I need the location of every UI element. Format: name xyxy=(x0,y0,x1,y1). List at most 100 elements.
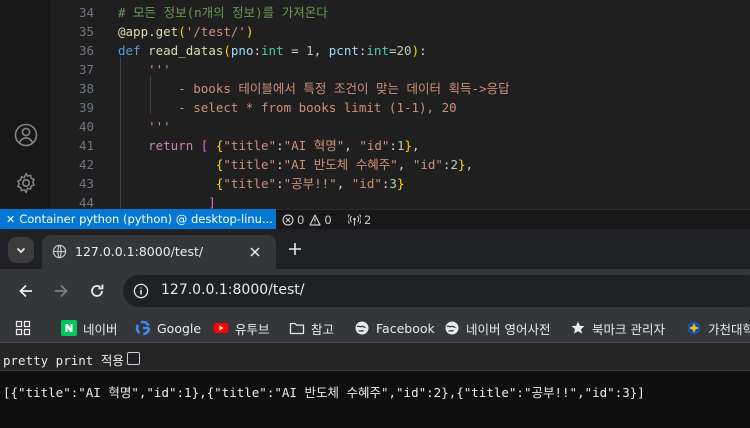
code-token: : xyxy=(253,43,262,58)
reload-icon[interactable] xyxy=(87,281,107,301)
code-editor[interactable]: 34 35 36 37 38 39 40 41 42 43 44 # 모든 정보(n개의 정보)를 … xyxy=(0,0,750,209)
code-line[interactable]: @app.get('/test/') xyxy=(118,22,254,41)
code-token: } xyxy=(457,157,466,172)
code-token: "title" xyxy=(223,157,277,172)
code-line[interactable]: return [ {"title":"AI 혁명", "id":1}, xyxy=(118,136,420,155)
code-token: , xyxy=(412,138,420,153)
code-token: pcnt xyxy=(328,43,359,58)
line-number-gutter: 34 35 36 37 38 39 40 41 42 43 44 xyxy=(50,0,98,209)
json-response-text: [{"title":"AI 혁명","id":1},{"title":"AI 반… xyxy=(3,385,645,400)
code-token: "title" xyxy=(223,138,277,153)
bookmark-naver-dictionary[interactable]: 네이버 영어사전 xyxy=(444,319,550,337)
line-number: 34 xyxy=(78,5,94,20)
back-arrow-icon[interactable] xyxy=(16,281,36,301)
google-icon xyxy=(135,320,151,336)
line-number: 37 xyxy=(78,62,94,77)
code-line[interactable]: - books 테이블에서 특정 조건이 맞는 데이터 획득->응답 xyxy=(118,79,510,98)
code-line[interactable]: ''' xyxy=(118,60,171,79)
code-token: "id" xyxy=(351,176,382,191)
code-token: = xyxy=(388,43,397,58)
browser-tab-active[interactable]: 127.0.0.1:8000/test/ xyxy=(42,235,276,269)
code-token: 1 xyxy=(306,43,314,58)
code-token: : xyxy=(419,43,427,58)
code-token: @app.get xyxy=(118,24,179,39)
browser-window: 127.0.0.1:8000/test/ 127.0.0.1:8000/test… xyxy=(0,229,750,428)
code-token: 20 xyxy=(396,43,412,58)
error-icon xyxy=(282,213,294,226)
code-token: "id" xyxy=(412,157,443,172)
code-line[interactable]: {"title":"AI 반도체 수혜주", "id":2}, xyxy=(118,155,473,174)
bookmark-gachon[interactable]: 가천대학 xyxy=(686,319,750,337)
code-token: int xyxy=(366,43,389,58)
line-number: 43 xyxy=(78,176,94,191)
line-number: 35 xyxy=(78,24,94,39)
bookmark-youtube[interactable]: 유투브 xyxy=(213,319,270,337)
bookmark-manager[interactable]: 북마크 관리자 xyxy=(570,319,665,337)
code-token: ( xyxy=(223,43,231,58)
code-token: return xyxy=(118,138,201,153)
globe-icon xyxy=(445,321,459,335)
bookmark-google[interactable]: Google xyxy=(135,319,201,337)
remote-indicator[interactable]: ✕ Container python (python) @ desktop-li… xyxy=(0,209,276,229)
code-line[interactable]: ''' xyxy=(118,117,171,136)
code-line[interactable]: ] xyxy=(118,193,216,209)
code-token: , xyxy=(465,157,474,172)
code-line[interactable]: {"title":"공부!!", "id":3} xyxy=(118,174,405,193)
browser-toolbar: 127.0.0.1:8000/test/ xyxy=(0,269,750,313)
tab-search-button[interactable] xyxy=(8,237,34,263)
bookmark-naver[interactable]: 네이버 xyxy=(61,319,118,337)
site-info-icon[interactable] xyxy=(133,283,149,299)
code-line[interactable]: - select * from books limit (1-1), 20 xyxy=(118,98,456,117)
code-token: ''' xyxy=(118,62,171,77)
settings-gear-icon[interactable] xyxy=(13,170,39,196)
line-number: 44 xyxy=(78,195,94,209)
naver-icon xyxy=(61,320,77,336)
code-line[interactable]: # 모든 정보(n개의 정보)를 가져온다 xyxy=(118,3,328,22)
warning-icon xyxy=(309,213,321,226)
chevron-down-icon xyxy=(16,247,26,254)
code-token: : xyxy=(276,138,284,153)
account-icon[interactable] xyxy=(13,122,39,148)
address-bar[interactable]: 127.0.0.1:8000/test/ xyxy=(123,275,750,307)
code-token: - books 테이블에서 특정 조건이 맞는 데이터 획득->응답 xyxy=(118,81,510,96)
forward-arrow-icon[interactable] xyxy=(51,281,71,301)
code-token: ( xyxy=(178,24,186,39)
ports-indicator[interactable]: 2 xyxy=(348,210,371,229)
bookmarks-bar: 네이버 Google 유투브 참고 Facebook 네이버 영어사전 북마크 … xyxy=(0,313,750,343)
code-token: ''' xyxy=(118,119,171,134)
code-token: } xyxy=(396,176,405,191)
antenna-icon xyxy=(348,213,361,225)
code-token: , xyxy=(397,157,413,172)
code-lines[interactable]: # 모든 정보(n개의 정보)를 가져온다 @app.get('/test/') d… xyxy=(118,0,750,209)
code-token: : xyxy=(276,176,284,191)
page-content: pretty print 적용 [{"title":"AI 혁명","id":1… xyxy=(0,343,750,428)
new-tab-plus-icon[interactable] xyxy=(286,240,304,258)
code-token: ) xyxy=(411,43,420,58)
tab-strip: 127.0.0.1:8000/test/ xyxy=(0,229,750,269)
activity-bar xyxy=(0,0,50,209)
code-token: ) xyxy=(245,24,254,39)
remote-icon: ✕ xyxy=(6,212,16,226)
code-token: "AI 혁명" xyxy=(283,138,345,153)
close-icon[interactable] xyxy=(247,244,263,260)
code-token: read_datas xyxy=(148,43,224,58)
bookmark-facebook[interactable]: Facebook xyxy=(354,319,435,337)
line-number: 38 xyxy=(78,81,94,96)
apps-grid-icon[interactable] xyxy=(15,320,31,336)
code-token: "AI 반도체 수혜주" xyxy=(283,157,398,172)
code-token: '/test/' xyxy=(185,24,246,39)
code-token: , xyxy=(344,138,360,153)
code-token: = xyxy=(283,43,307,58)
pretty-print-checkbox[interactable] xyxy=(127,352,140,365)
bookmark-folder-reference[interactable]: 참고 xyxy=(289,319,334,337)
pretty-print-bar: pretty print 적용 xyxy=(0,343,750,371)
code-line[interactable]: def read_datas(pno:int = 1, pcnt:int=20)… xyxy=(118,41,427,60)
line-number: 39 xyxy=(78,100,94,115)
problems-indicator[interactable]: 0 0 xyxy=(282,210,332,229)
folder-icon xyxy=(289,322,305,335)
code-token: [ xyxy=(200,138,216,153)
gachon-logo-icon xyxy=(687,321,701,335)
code-token: "공부!!" xyxy=(283,176,337,191)
